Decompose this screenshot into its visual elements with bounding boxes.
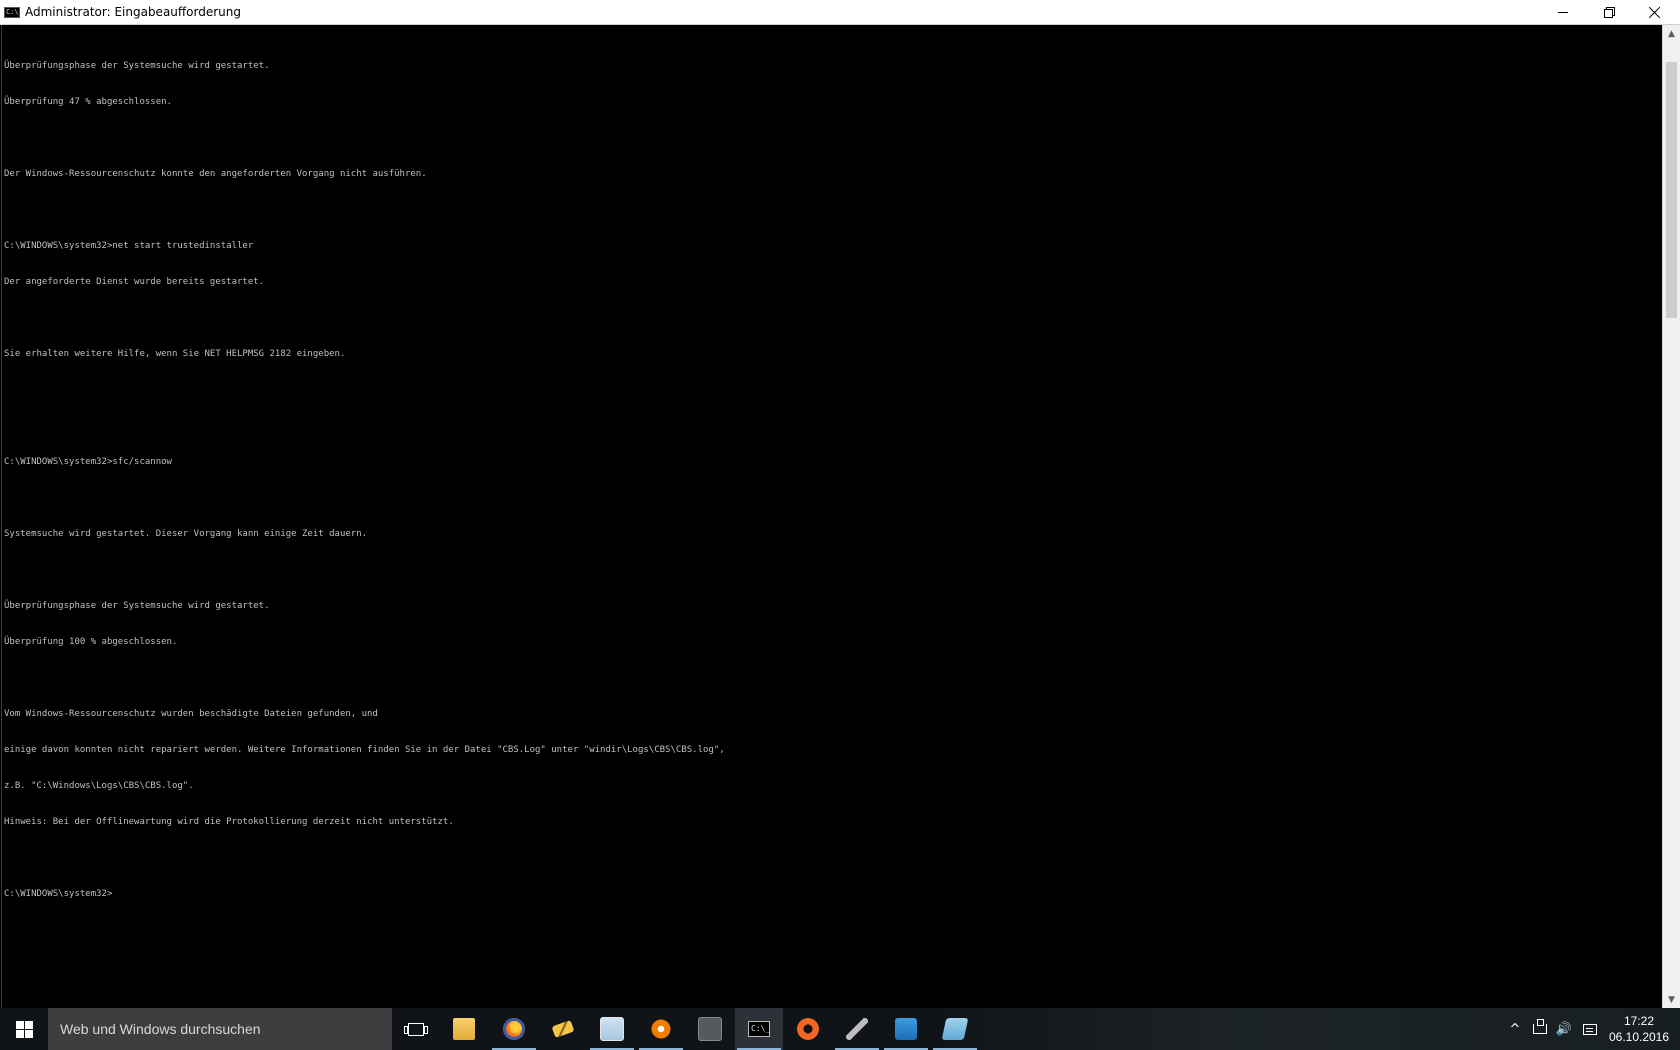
outlook-icon	[895, 1018, 917, 1040]
console-line: einige davon konnten nicht repariert wer…	[4, 745, 725, 755]
clock[interactable]: 17:22 06.10.2016	[1604, 1008, 1674, 1050]
network-button[interactable]	[1528, 1008, 1552, 1050]
close-button[interactable]	[1632, 0, 1678, 24]
taskbar-app-nvidia[interactable]	[686, 1008, 734, 1050]
notepad-icon	[600, 1017, 624, 1041]
taskbar-app-outlook[interactable]	[882, 1008, 930, 1050]
close-icon	[1649, 6, 1661, 18]
title-bar[interactable]: C:\ Administrator: Eingabeaufforderung	[0, 0, 1680, 25]
scrollbar-thumb[interactable]	[1666, 62, 1677, 318]
avast-icon	[650, 1018, 672, 1040]
taskbar-app-usb[interactable]	[833, 1008, 881, 1050]
taskbar-app-origin[interactable]	[784, 1008, 832, 1050]
console-line: Überprüfung 100 % abgeschlossen.	[4, 637, 178, 647]
taskbar: Web und Windows durchsuchen C:\_ ^ 🔊 17:…	[0, 1008, 1680, 1050]
taskbar-app-pen[interactable]	[539, 1008, 587, 1050]
minimize-button[interactable]	[1540, 0, 1586, 24]
chevron-up-icon: ^	[1509, 1021, 1521, 1037]
action-center-button[interactable]	[1578, 1008, 1602, 1050]
tablet-icon	[941, 1018, 969, 1040]
taskbar-app-avast[interactable]	[637, 1008, 685, 1050]
search-box[interactable]: Web und Windows durchsuchen	[48, 1008, 392, 1050]
volume-button[interactable]: 🔊	[1552, 1008, 1576, 1050]
nvidia-icon	[698, 1017, 722, 1041]
file-explorer-icon	[453, 1018, 475, 1040]
console-line: Hinweis: Bei der Offlinewartung wird die…	[4, 817, 454, 827]
minimize-icon	[1558, 11, 1568, 13]
console-line: Überprüfungsphase der Systemsuche wird g…	[4, 61, 270, 71]
taskbar-app-firefox[interactable]	[490, 1008, 538, 1050]
show-hidden-icons-button[interactable]: ^	[1505, 1008, 1525, 1050]
console-prompt[interactable]: C:\WINDOWS\system32>	[4, 888, 725, 900]
window-title: Administrator: Eingabeaufforderung	[25, 5, 241, 19]
task-view-icon	[404, 1022, 428, 1036]
restore-button[interactable]	[1586, 0, 1632, 24]
console-line: Vom Windows-Ressourcenschutz wurden besc…	[4, 709, 378, 719]
network-icon	[1533, 1019, 1547, 1034]
console-line: Überprüfung 47 % abgeschlossen.	[4, 97, 172, 107]
notification-icon	[1583, 1023, 1597, 1035]
clock-date: 06.10.2016	[1608, 1030, 1670, 1044]
console-line: Systemsuche wird gestartet. Dieser Vorga…	[4, 529, 368, 539]
console-line: z.B. "C:\Windows\Logs\CBS\CBS.log".	[4, 781, 194, 791]
console-output-area[interactable]: Überprüfungsphase der Systemsuche wird g…	[1, 25, 1662, 1008]
taskbar-app-notepad[interactable]	[588, 1008, 636, 1050]
taskbar-app-tablet[interactable]	[931, 1008, 979, 1050]
restore-icon	[1604, 7, 1615, 18]
command-prompt-icon: C:\_	[748, 1021, 770, 1037]
origin-icon	[797, 1018, 819, 1040]
taskbar-app-command-prompt[interactable]: C:\_	[735, 1008, 783, 1050]
volume-icon: 🔊	[1555, 1021, 1573, 1037]
clock-time: 17:22	[1623, 1014, 1655, 1028]
taskbar-app-file-explorer[interactable]	[440, 1008, 488, 1050]
task-view-button[interactable]	[392, 1008, 440, 1050]
console-line: Der angeforderte Dienst wurde bereits ge…	[4, 277, 265, 287]
windows-logo-icon	[15, 1020, 33, 1038]
usb-icon	[846, 1018, 868, 1040]
console-line: Der Windows-Ressourcenschutz konnte den …	[4, 169, 427, 179]
console-line: Überprüfungsphase der Systemsuche wird g…	[4, 601, 270, 611]
console-line: Sie erhalten weitere Hilfe, wenn Sie NET…	[4, 349, 346, 359]
cmd-app-icon[interactable]: C:\	[4, 7, 20, 18]
scroll-up-arrow-icon[interactable]: ▲	[1663, 25, 1680, 42]
vertical-scrollbar[interactable]: ▲ ▼	[1662, 25, 1680, 1008]
console-line: C:\WINDOWS\system32>net start trustedins…	[4, 241, 254, 251]
console-line: C:\WINDOWS\system32>sfc/scannow	[4, 457, 172, 467]
scroll-down-arrow-icon[interactable]: ▼	[1663, 991, 1680, 1008]
firefox-icon	[503, 1018, 525, 1040]
search-placeholder: Web und Windows durchsuchen	[60, 1021, 261, 1037]
pen-icon	[551, 1019, 575, 1039]
start-button[interactable]	[0, 1008, 48, 1050]
console-text: Überprüfungsphase der Systemsuche wird g…	[4, 36, 725, 924]
